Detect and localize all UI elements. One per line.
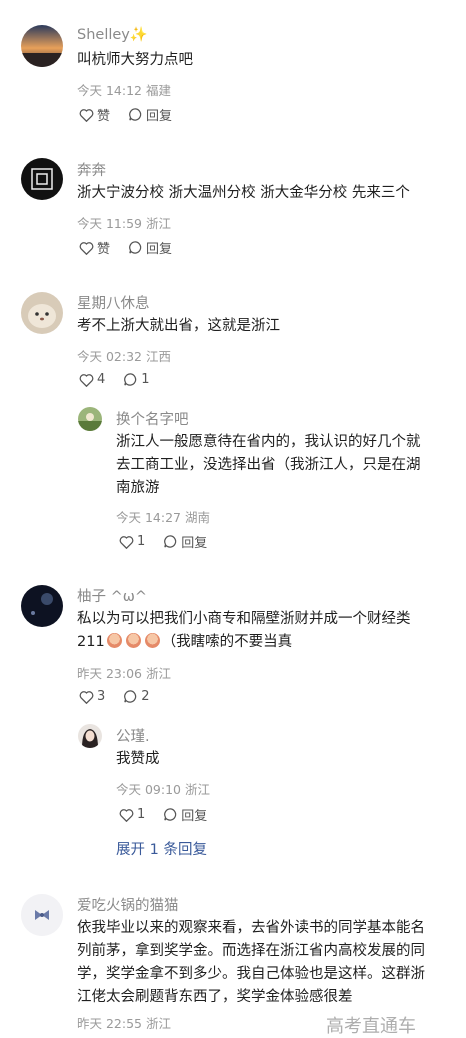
comment-actions: 4 1 (79, 372, 168, 387)
reply-actions: 1 回复 (119, 532, 225, 551)
heart-icon (119, 808, 134, 822)
heart-icon (79, 690, 94, 704)
comment-bubble-icon (124, 373, 137, 386)
comment-bubble-icon (124, 690, 137, 703)
like-button[interactable]: 1 (119, 534, 145, 549)
expand-replies-link[interactable]: 展开 1 条回复 (116, 838, 207, 859)
comment-meta: 今天 02:32 江西 (77, 349, 171, 364)
reply-text: 浙江人一般愿意待在省内的，我认识的好几个就 去工商工业，没选择出省（我浙江人，只… (116, 434, 421, 496)
reply-button[interactable]: 回复 (163, 532, 207, 551)
username[interactable]: Shelley✨ (77, 26, 148, 43)
emoji-icon (125, 633, 141, 648)
watermark: 高考直通车 (326, 1016, 416, 1037)
heart-icon (119, 535, 134, 549)
comment-bubble-icon (129, 108, 142, 121)
like-button[interactable]: 1 (119, 807, 145, 822)
avatar[interactable] (21, 292, 63, 334)
avatar[interactable] (21, 894, 63, 936)
like-count: 1 (137, 534, 146, 549)
comment-meta: 今天 14:12 福建 (77, 83, 171, 98)
username[interactable]: 奔奔 (77, 159, 106, 180)
like-button[interactable]: 3 (79, 689, 105, 704)
comment-actions: 赞 回复 (79, 105, 190, 124)
heart-icon (79, 241, 94, 255)
comment-meta: 昨天 22:55 浙江 (77, 1016, 171, 1031)
avatar[interactable] (78, 407, 102, 431)
like-count: 4 (97, 372, 106, 387)
reply-meta: 今天 09:10 浙江 (116, 782, 210, 797)
emoji-icon (144, 633, 160, 648)
comment-text: 依我毕业以来的观察来看，去省外读书的同学基本能名 列前茅，拿到奖学金。而选择在浙… (77, 920, 425, 1005)
avatar[interactable] (21, 158, 63, 200)
comment-bubble-icon (164, 808, 177, 821)
reply-button[interactable]: 2 (123, 689, 150, 704)
avatar[interactable] (21, 585, 63, 627)
username[interactable]: 柚子 ^ω^ (77, 585, 147, 606)
comment-text: 私以为可以把我们小商专和隔壁浙财并成一个财经类 211 （我瞎嗦的不要当真 (77, 611, 411, 650)
like-count: 1 (137, 807, 146, 822)
comment-text: 考不上浙大就出省，这就是浙江 (77, 318, 280, 334)
heart-icon (79, 108, 94, 122)
like-button[interactable]: 赞 (79, 238, 110, 257)
avatar[interactable] (21, 25, 63, 67)
emoji-icon (106, 633, 122, 648)
reply-meta: 今天 14:27 湖南 (116, 510, 210, 525)
comment-bubble-icon (129, 241, 142, 254)
comment-meta: 昨天 23:06 浙江 (77, 666, 171, 681)
avatar[interactable] (78, 724, 102, 748)
comment-bubble-icon (164, 535, 177, 548)
comment-text: 叫杭师大努力点吧 (77, 52, 193, 68)
username[interactable]: 星期八休息 (77, 292, 150, 313)
reply-text: 我赞成 (116, 751, 160, 767)
comment-actions: 赞 回复 (79, 238, 190, 257)
sparkle-icon: ✨ (129, 27, 148, 43)
like-count: 3 (97, 689, 106, 704)
like-button[interactable]: 赞 (79, 105, 110, 124)
comment-actions: 3 2 (79, 689, 168, 704)
like-button[interactable]: 4 (79, 372, 105, 387)
reply-count: 1 (141, 372, 150, 387)
comment-meta: 今天 11:59 浙江 (77, 216, 171, 231)
reply-username[interactable]: 公瑾. (116, 725, 150, 746)
username[interactable]: 爱吃火锅的猫猫 (77, 894, 179, 915)
reply-username[interactable]: 换个名字吧 (116, 408, 189, 429)
comment-text: 浙大宁波分校 浙大温州分校 浙大金华分校 先来三个 (77, 185, 410, 201)
reply-button[interactable]: 1 (123, 372, 150, 387)
reply-button[interactable]: 回复 (128, 238, 172, 257)
reply-button[interactable]: 回复 (163, 805, 207, 824)
reply-count: 2 (141, 689, 150, 704)
reply-button[interactable]: 回复 (128, 105, 172, 124)
reply-actions: 1 回复 (119, 805, 225, 824)
heart-icon (79, 373, 94, 387)
